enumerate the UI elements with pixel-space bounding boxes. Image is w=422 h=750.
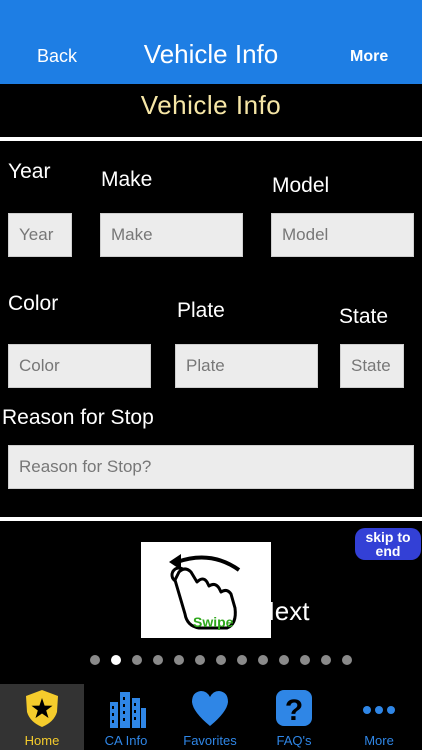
reason-input[interactable]: Reason for Stop? (8, 445, 414, 489)
state-input[interactable]: State (340, 344, 404, 388)
tab-favorites-label: Favorites (183, 733, 237, 748)
tab-faqs-label: FAQ's (276, 733, 312, 748)
page-dot (153, 655, 163, 665)
heart-icon (192, 691, 228, 726)
plate-input[interactable]: Plate (175, 344, 318, 388)
page-dot (321, 655, 331, 665)
shield-star-icon (26, 690, 58, 727)
page-dot (132, 655, 142, 665)
tab-ca-info[interactable]: CA Info (84, 684, 168, 750)
tab-favorites[interactable]: Favorites (168, 684, 252, 750)
tab-home[interactable]: Home (0, 684, 84, 750)
page-dot (195, 655, 205, 665)
tab-more[interactable]: More (336, 684, 422, 750)
model-input[interactable]: Model (271, 213, 414, 257)
tab-ca-info-label: CA Info (104, 733, 148, 748)
year-label: Year (8, 160, 51, 183)
page-dot (237, 655, 247, 665)
next-label: Next (256, 596, 310, 626)
skip-to-end-button[interactable]: skip to end (355, 528, 421, 560)
divider-top (0, 137, 422, 141)
color-label: Color (8, 292, 59, 315)
model-label: Model (272, 174, 330, 197)
swipe-hint[interactable]: Swipe (141, 542, 271, 638)
page-dot (279, 655, 289, 665)
reason-label: Reason for Stop (2, 406, 154, 429)
color-input[interactable]: Color (8, 344, 151, 388)
page-dot (258, 655, 268, 665)
state-label: State (339, 305, 389, 328)
section-title: Vehicle Info (140, 90, 282, 120)
more-nav-button[interactable]: More (350, 48, 388, 66)
buildings-icon (110, 692, 146, 728)
ellipsis-icon (363, 706, 395, 714)
page-dot (342, 655, 352, 665)
make-label: Make (101, 168, 153, 191)
swipe-text: Swipe (193, 614, 234, 630)
year-input[interactable]: Year (8, 213, 72, 257)
page-dot (300, 655, 310, 665)
tab-bar: Home CA Info Favorites ? FAQ's More (0, 684, 422, 750)
make-input[interactable]: Make (100, 213, 243, 257)
tab-more-label: More (364, 733, 394, 748)
plate-label: Plate (177, 299, 225, 322)
page-dot (216, 655, 226, 665)
question-icon: ? (276, 690, 312, 727)
page-dot (90, 655, 100, 665)
page-indicator[interactable] (0, 655, 422, 665)
divider-bottom (0, 517, 422, 521)
svg-text:?: ? (285, 694, 303, 727)
page-dot (174, 655, 184, 665)
tab-home-label: Home (24, 733, 60, 748)
page-dot (111, 655, 121, 665)
tab-faqs[interactable]: ? FAQ's (252, 684, 336, 750)
